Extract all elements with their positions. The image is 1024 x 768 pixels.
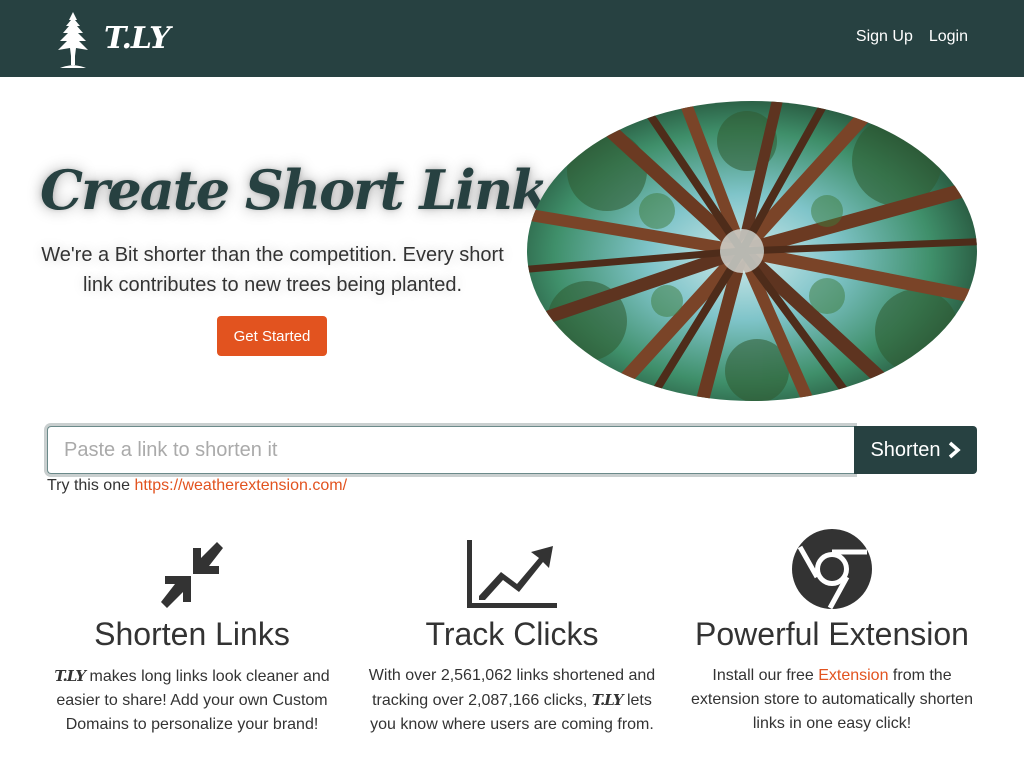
extension-link[interactable]: Extension bbox=[818, 667, 888, 684]
chevron-right-icon bbox=[948, 441, 961, 459]
feature-shorten-links: Shorten Links T.LY makes long links look… bbox=[32, 530, 352, 737]
shorten-button[interactable]: Shorten bbox=[854, 426, 977, 474]
brand-name: T.LY bbox=[104, 20, 170, 56]
login-link[interactable]: Login bbox=[929, 28, 968, 46]
brand-name-inline: T.LY bbox=[591, 691, 624, 709]
tree-icon bbox=[46, 8, 100, 68]
feature-description: T.LY makes long links look cleaner and e… bbox=[54, 667, 330, 733]
feature-title: Shorten Links bbox=[94, 616, 290, 652]
sign-up-link[interactable]: Sign Up bbox=[856, 28, 913, 46]
feature-description: With over 2,561,062 links shortened and … bbox=[368, 667, 656, 733]
chrome-icon bbox=[792, 529, 872, 610]
brand-name-inline: T.LY bbox=[54, 667, 86, 685]
example-link[interactable]: https://weatherextension.com/ bbox=[134, 477, 347, 494]
feature-description: Install our free Extension from the exte… bbox=[691, 667, 973, 732]
shorten-form: Shorten bbox=[47, 426, 977, 474]
forest-canopy-image bbox=[527, 101, 977, 401]
url-input[interactable] bbox=[47, 426, 854, 474]
area-chart-icon bbox=[467, 540, 557, 608]
try-prefix: Try this one bbox=[47, 477, 130, 494]
hero-title: Create Short Links! bbox=[40, 158, 599, 222]
feature-track-clicks: Track Clicks With over 2,561,062 links s… bbox=[352, 530, 672, 737]
brand-logo-link[interactable]: T.LY bbox=[46, 8, 170, 68]
hero-subtitle: We're a Bit shorter than the competition… bbox=[41, 244, 504, 296]
navbar: T.LY Sign Up Login bbox=[0, 0, 1024, 77]
feature-powerful-extension: Powerful Extension Install our free Exte… bbox=[672, 529, 992, 736]
nav-links: Sign Up Login bbox=[856, 28, 968, 46]
compress-arrows-icon bbox=[161, 542, 223, 608]
shorten-button-label: Shorten bbox=[870, 438, 941, 461]
feature-title: Track Clicks bbox=[425, 616, 599, 652]
feature-title: Powerful Extension bbox=[695, 616, 969, 652]
try-example-line: Try this one https://weatherextension.co… bbox=[47, 477, 347, 495]
get-started-button[interactable]: Get Started bbox=[217, 316, 327, 356]
